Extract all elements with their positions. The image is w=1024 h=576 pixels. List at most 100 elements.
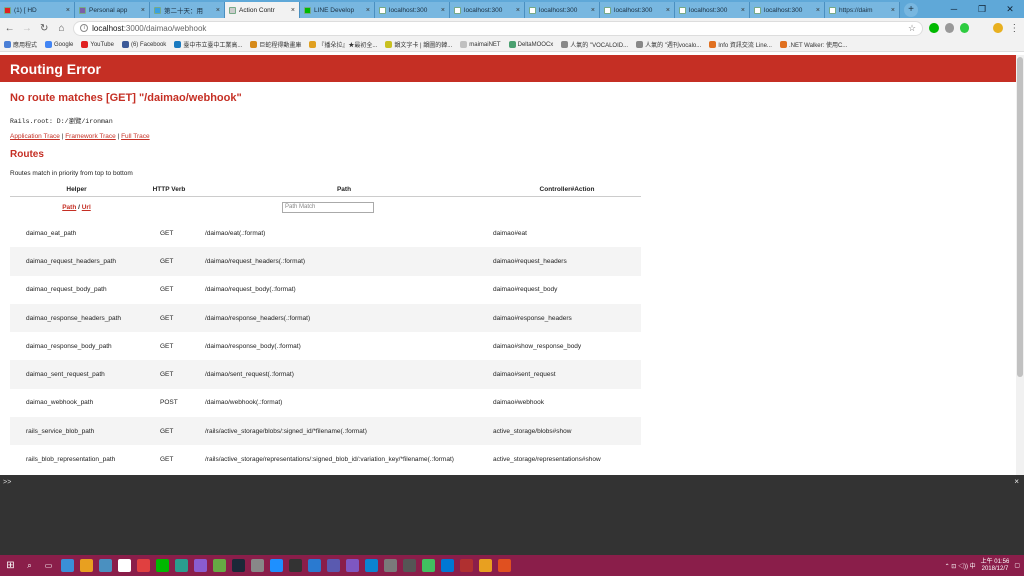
taskbar-app-icon[interactable] <box>99 559 112 572</box>
browser-tab[interactable]: (1) [ HD × <box>0 2 75 18</box>
web-console[interactable]: >> × <box>0 475 1024 555</box>
taskbar-app-icon[interactable] <box>289 559 302 572</box>
extension-green-icon[interactable] <box>959 23 970 33</box>
taskbar-app-icon[interactable] <box>156 559 169 572</box>
bookmark-item[interactable]: .NET Walker: 使用C... <box>779 40 847 49</box>
new-tab-button[interactable]: + <box>904 3 918 17</box>
bookmark-item[interactable]: 人氣的 "VOCALOID... <box>561 40 628 49</box>
bookmark-item[interactable]: DeltaMOOCx <box>508 41 553 48</box>
bookmark-item[interactable]: 人氣的 "週刊vocalo... <box>636 40 701 49</box>
taskbar-app-icon[interactable] <box>213 559 226 572</box>
tab-close-icon[interactable]: × <box>66 7 70 14</box>
application-trace-link[interactable]: Application Trace <box>10 133 60 140</box>
tab-close-icon[interactable]: × <box>441 7 445 14</box>
browser-tab[interactable]: localhost:300 × <box>750 2 825 18</box>
bookmark-item[interactable]: 臺中市立臺中工業高... <box>174 40 242 49</box>
tab-close-icon[interactable]: × <box>516 7 520 14</box>
browser-tab[interactable]: Action Contr × <box>225 2 300 18</box>
bookmark-item[interactable]: 『播朵拉』★最初全... <box>309 40 377 49</box>
minimize-button[interactable]: ─ <box>940 4 968 14</box>
browser-tab[interactable]: localhost:300 × <box>600 2 675 18</box>
extension-gray-icon[interactable] <box>944 23 954 33</box>
browser-tab[interactable]: localhost:300 × <box>675 2 750 18</box>
tab-close-icon[interactable]: × <box>591 7 595 14</box>
taskbar-app-icon[interactable] <box>365 559 378 572</box>
bookmark-item[interactable]: Info 資訊交流 Line... <box>709 40 772 49</box>
forward-button[interactable]: → <box>21 22 32 34</box>
tab-close-icon[interactable]: × <box>666 7 670 14</box>
taskbar-app-icon[interactable] <box>194 559 207 572</box>
bookmark-item[interactable]: 韻文字卡 | 韻圖的韓... <box>385 40 452 49</box>
tray-icons[interactable]: ⌃ ⊡ ◁)) 中 <box>945 561 976 570</box>
route-verb: GET <box>143 360 195 389</box>
taskbar-app-icon[interactable] <box>441 559 454 572</box>
console-close-icon[interactable]: × <box>1014 478 1019 487</box>
home-button[interactable]: ⌂ <box>56 22 67 34</box>
maximize-button[interactable]: ❐ <box>968 4 996 15</box>
full-trace-link[interactable]: Full Trace <box>121 133 150 140</box>
extension-line-icon[interactable] <box>929 23 939 33</box>
browser-tab[interactable]: https://daim × <box>825 2 900 18</box>
url-filter-link[interactable]: Url <box>82 204 91 211</box>
info-icon[interactable]: i <box>80 24 89 32</box>
taskbar-app-icon[interactable] <box>479 559 492 572</box>
tab-close-icon[interactable]: × <box>141 7 145 14</box>
bookmark-item[interactable]: YouTube <box>81 41 114 48</box>
tab-close-icon[interactable]: × <box>891 7 895 14</box>
bookmark-star-icon[interactable]: ☆ <box>908 23 916 34</box>
menu-icon[interactable]: ⋮ <box>1009 22 1020 34</box>
bookmark-item[interactable]: maimaiNET <box>460 41 501 48</box>
profile-avatar-icon[interactable] <box>993 23 1003 33</box>
taskbar-app-icon[interactable] <box>403 559 416 572</box>
close-window-button[interactable]: ✕ <box>996 4 1024 15</box>
tab-close-icon[interactable]: × <box>816 7 820 14</box>
taskbar-app-icon[interactable] <box>232 559 245 572</box>
taskbar-app-icon[interactable] <box>460 559 473 572</box>
taskbar-app-icon[interactable] <box>61 559 74 572</box>
path-filter-link[interactable]: Path <box>62 204 76 211</box>
browser-tab[interactable]: LINE Develop × <box>300 2 375 18</box>
browser-tab[interactable]: localhost:300 × <box>450 2 525 18</box>
route-row: daimao_request_body_path GET/daimao/reque… <box>10 276 641 304</box>
route-row: rails_blob_representation_path GET/rails/… <box>10 445 641 473</box>
bookmark-item[interactable]: 巨蛇程得動畫庫 <box>250 40 301 49</box>
task-view-icon[interactable]: ▭ <box>42 559 55 572</box>
back-button[interactable]: ← <box>4 22 15 34</box>
notification-icon[interactable]: ▢ <box>1014 562 1020 569</box>
reload-button[interactable]: ↻ <box>39 22 50 34</box>
bookmark-item[interactable]: (6) Facebook <box>121 41 166 48</box>
tab-close-icon[interactable]: × <box>366 7 370 14</box>
taskbar-app-icon[interactable] <box>308 559 321 572</box>
taskbar-app-icon[interactable] <box>327 559 340 572</box>
taskbar-app-icon[interactable] <box>270 559 283 572</box>
tab-close-icon[interactable]: × <box>741 7 745 14</box>
path-match-input[interactable]: Path Match <box>282 202 374 214</box>
address-bar[interactable]: i localhost:3000/daimao/webhook ☆ <box>73 20 924 36</box>
route-action: daimao#response_headers <box>493 303 641 333</box>
search-icon[interactable]: ⌕ <box>23 559 36 572</box>
taskbar-app-icon[interactable] <box>346 559 359 572</box>
route-action: active_storage/representations#show <box>493 456 601 464</box>
page-scrollbar[interactable] <box>1016 55 1024 475</box>
taskbar-app-icon[interactable] <box>137 559 150 572</box>
taskbar-app-icon[interactable] <box>498 559 511 572</box>
bookmark-item[interactable]: Google <box>45 41 73 48</box>
taskbar-app-icon[interactable] <box>422 559 435 572</box>
tab-close-icon[interactable]: × <box>216 7 220 14</box>
clock[interactable]: 上午 01:56 2018/12/7 <box>981 559 1010 573</box>
browser-tab[interactable]: Personal app × <box>75 2 150 18</box>
taskbar-app-icon[interactable] <box>80 559 93 572</box>
browser-tab[interactable]: localhost:300 × <box>375 2 450 18</box>
taskbar-app-icon[interactable] <box>251 559 264 572</box>
tab-close-icon[interactable]: × <box>291 7 295 14</box>
browser-tab[interactable]: localhost:300 × <box>525 2 600 18</box>
scrollbar-thumb[interactable] <box>1017 57 1023 377</box>
taskbar-app-icon[interactable] <box>384 559 397 572</box>
windows-start-icon[interactable]: ⊞ <box>4 559 17 572</box>
taskbar-app-icon[interactable] <box>118 559 131 572</box>
browser-tab[interactable]: 第二十天：用 × <box>150 2 225 18</box>
tab-favicon-icon <box>229 6 236 14</box>
taskbar-app-icon[interactable] <box>175 559 188 572</box>
bookmark-item[interactable]: 應用程式 <box>4 40 37 49</box>
framework-trace-link[interactable]: Framework Trace <box>65 133 116 140</box>
